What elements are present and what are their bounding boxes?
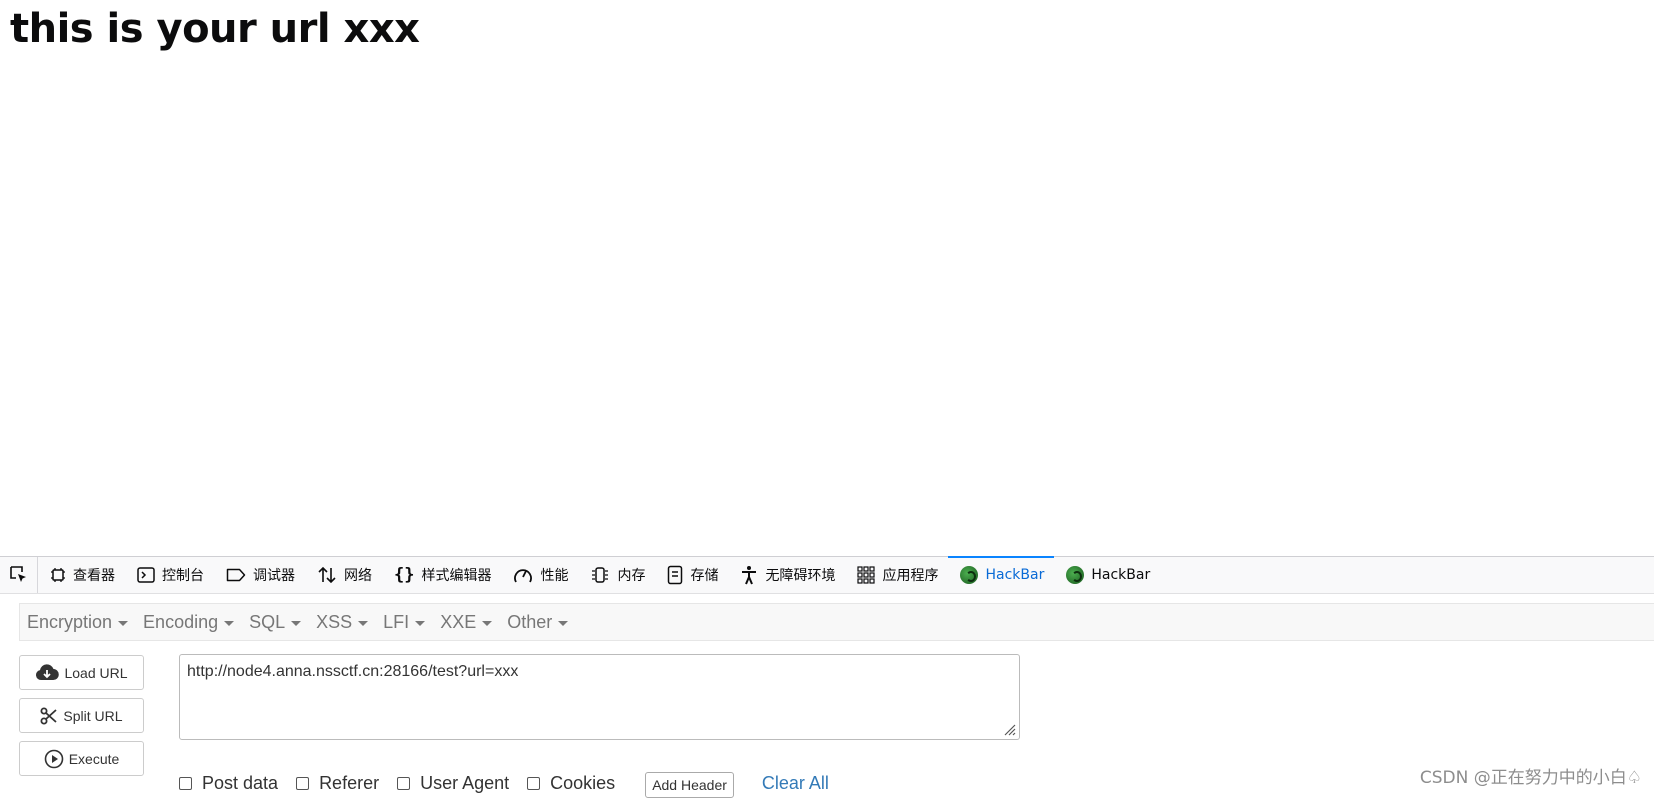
watermark: CSDN @正在努力中的小白♤ <box>1419 768 1642 788</box>
storage-icon <box>667 565 683 585</box>
clear-all-link[interactable]: Clear All <box>762 773 829 794</box>
execute-button[interactable]: Execute <box>19 741 144 776</box>
caret-down-icon <box>118 620 129 626</box>
element-picker-button[interactable] <box>0 557 38 593</box>
inspector-icon <box>50 567 66 583</box>
scissors-icon <box>40 707 58 725</box>
network-icon <box>317 566 337 584</box>
split-url-button[interactable]: Split URL <box>19 698 144 733</box>
application-icon <box>857 566 876 584</box>
split-url-label: Split URL <box>63 707 123 724</box>
tab-application[interactable]: 应用程序 <box>845 557 948 593</box>
tab-style-editor[interactable]: {} 样式编辑器 <box>382 557 501 593</box>
caret-down-icon <box>224 620 235 626</box>
element-picker-icon <box>9 566 26 582</box>
tab-hackbar-label: HackBar <box>985 567 1045 583</box>
execute-label: Execute <box>68 750 120 767</box>
menu-label: XSS <box>316 611 353 632</box>
tab-memory-label: 内存 <box>617 568 646 584</box>
tab-debugger[interactable]: 调试器 <box>214 557 305 593</box>
hackbar-icon <box>1066 566 1085 584</box>
option-label: Referer <box>319 772 380 793</box>
menu-encryption[interactable]: Encryption <box>20 603 136 641</box>
hackbar-icon <box>960 566 979 584</box>
add-header-button[interactable]: Add Header <box>645 772 734 798</box>
option-label: User Agent <box>420 772 510 793</box>
referer-checkbox[interactable] <box>296 776 310 790</box>
tab-debugger-label: 调试器 <box>253 568 295 584</box>
load-url-button[interactable]: Load URL <box>19 655 144 690</box>
caret-down-icon <box>291 620 302 626</box>
menu-label: LFI <box>383 611 410 632</box>
caret-down-icon <box>482 620 493 626</box>
play-circle-icon <box>44 749 64 769</box>
tab-application-label: 应用程序 <box>882 568 939 584</box>
tab-performance[interactable]: 性能 <box>501 557 578 593</box>
tab-accessibility[interactable]: 无障碍环境 <box>728 557 845 593</box>
cloud-download-icon <box>35 663 60 682</box>
option-label: Post data <box>202 772 279 793</box>
tab-memory[interactable]: 内存 <box>578 557 655 593</box>
option-label: Cookies <box>550 772 616 793</box>
tab-storage-label: 存储 <box>690 568 719 584</box>
request-options: Post data Referer User Agent Cookies Add… <box>179 769 829 798</box>
style-editor-icon: {} <box>394 565 415 585</box>
menu-xxe[interactable]: XXE <box>433 603 500 641</box>
caret-down-icon <box>358 620 369 626</box>
tab-inspector-label: 查看器 <box>73 568 115 584</box>
tab-hackbar-active[interactable]: HackBar <box>948 556 1055 593</box>
cookies-option[interactable]: Cookies <box>527 773 615 794</box>
user-agent-option[interactable]: User Agent <box>397 773 509 794</box>
menu-lfi[interactable]: LFI <box>376 603 433 641</box>
hackbar-menu: Encryption Encoding SQL XSS LFI XXE Othe… <box>19 603 1654 641</box>
debugger-icon <box>226 568 246 582</box>
load-url-label: Load URL <box>64 664 128 681</box>
console-icon <box>137 567 155 583</box>
tab-hackbar-label: HackBar <box>1091 567 1151 583</box>
post-data-checkbox[interactable] <box>179 776 192 790</box>
menu-label: XXE <box>440 611 477 632</box>
tab-console[interactable]: 控制台 <box>125 557 214 593</box>
tab-hackbar-2[interactable]: HackBar <box>1054 557 1160 593</box>
tab-inspector[interactable]: 查看器 <box>38 557 125 593</box>
accessibility-icon <box>740 565 758 585</box>
tab-style-editor-label: 样式编辑器 <box>421 568 492 584</box>
devtools-toolbar: 查看器 控制台 调试器 网络 {} 样式编辑器 性能 内存 存储 无障碍环境 应… <box>0 556 1654 594</box>
devtools-panel: 查看器 控制台 调试器 网络 {} 样式编辑器 性能 内存 存储 无障碍环境 应… <box>0 556 1654 798</box>
post-data-option[interactable]: Post data <box>179 773 278 794</box>
memory-icon <box>590 566 610 584</box>
user-agent-checkbox[interactable] <box>397 776 411 790</box>
resize-grip-icon[interactable] <box>1002 722 1016 736</box>
tab-network[interactable]: 网络 <box>305 557 382 593</box>
tab-console-label: 控制台 <box>162 568 204 584</box>
tab-accessibility-label: 无障碍环境 <box>765 568 836 584</box>
page-heading: this is your url xxx <box>10 6 420 52</box>
menu-sql[interactable]: SQL <box>242 603 309 641</box>
caret-down-icon <box>558 620 569 626</box>
performance-icon <box>513 566 533 584</box>
menu-label: Other <box>507 611 553 632</box>
menu-label: Encoding <box>143 611 219 632</box>
menu-other[interactable]: Other <box>500 603 576 641</box>
cookies-checkbox[interactable] <box>527 776 541 790</box>
url-input[interactable]: http://node4.anna.nssctf.cn:28166/test?u… <box>179 654 1020 740</box>
tab-network-label: 网络 <box>344 568 372 584</box>
caret-down-icon <box>415 620 426 626</box>
menu-label: SQL <box>249 611 286 632</box>
menu-xss[interactable]: XSS <box>309 603 376 641</box>
tab-storage[interactable]: 存储 <box>655 557 728 593</box>
menu-label: Encryption <box>27 611 113 632</box>
referer-option[interactable]: Referer <box>296 773 379 794</box>
menu-encoding[interactable]: Encoding <box>136 603 242 641</box>
tab-performance-label: 性能 <box>540 568 569 584</box>
